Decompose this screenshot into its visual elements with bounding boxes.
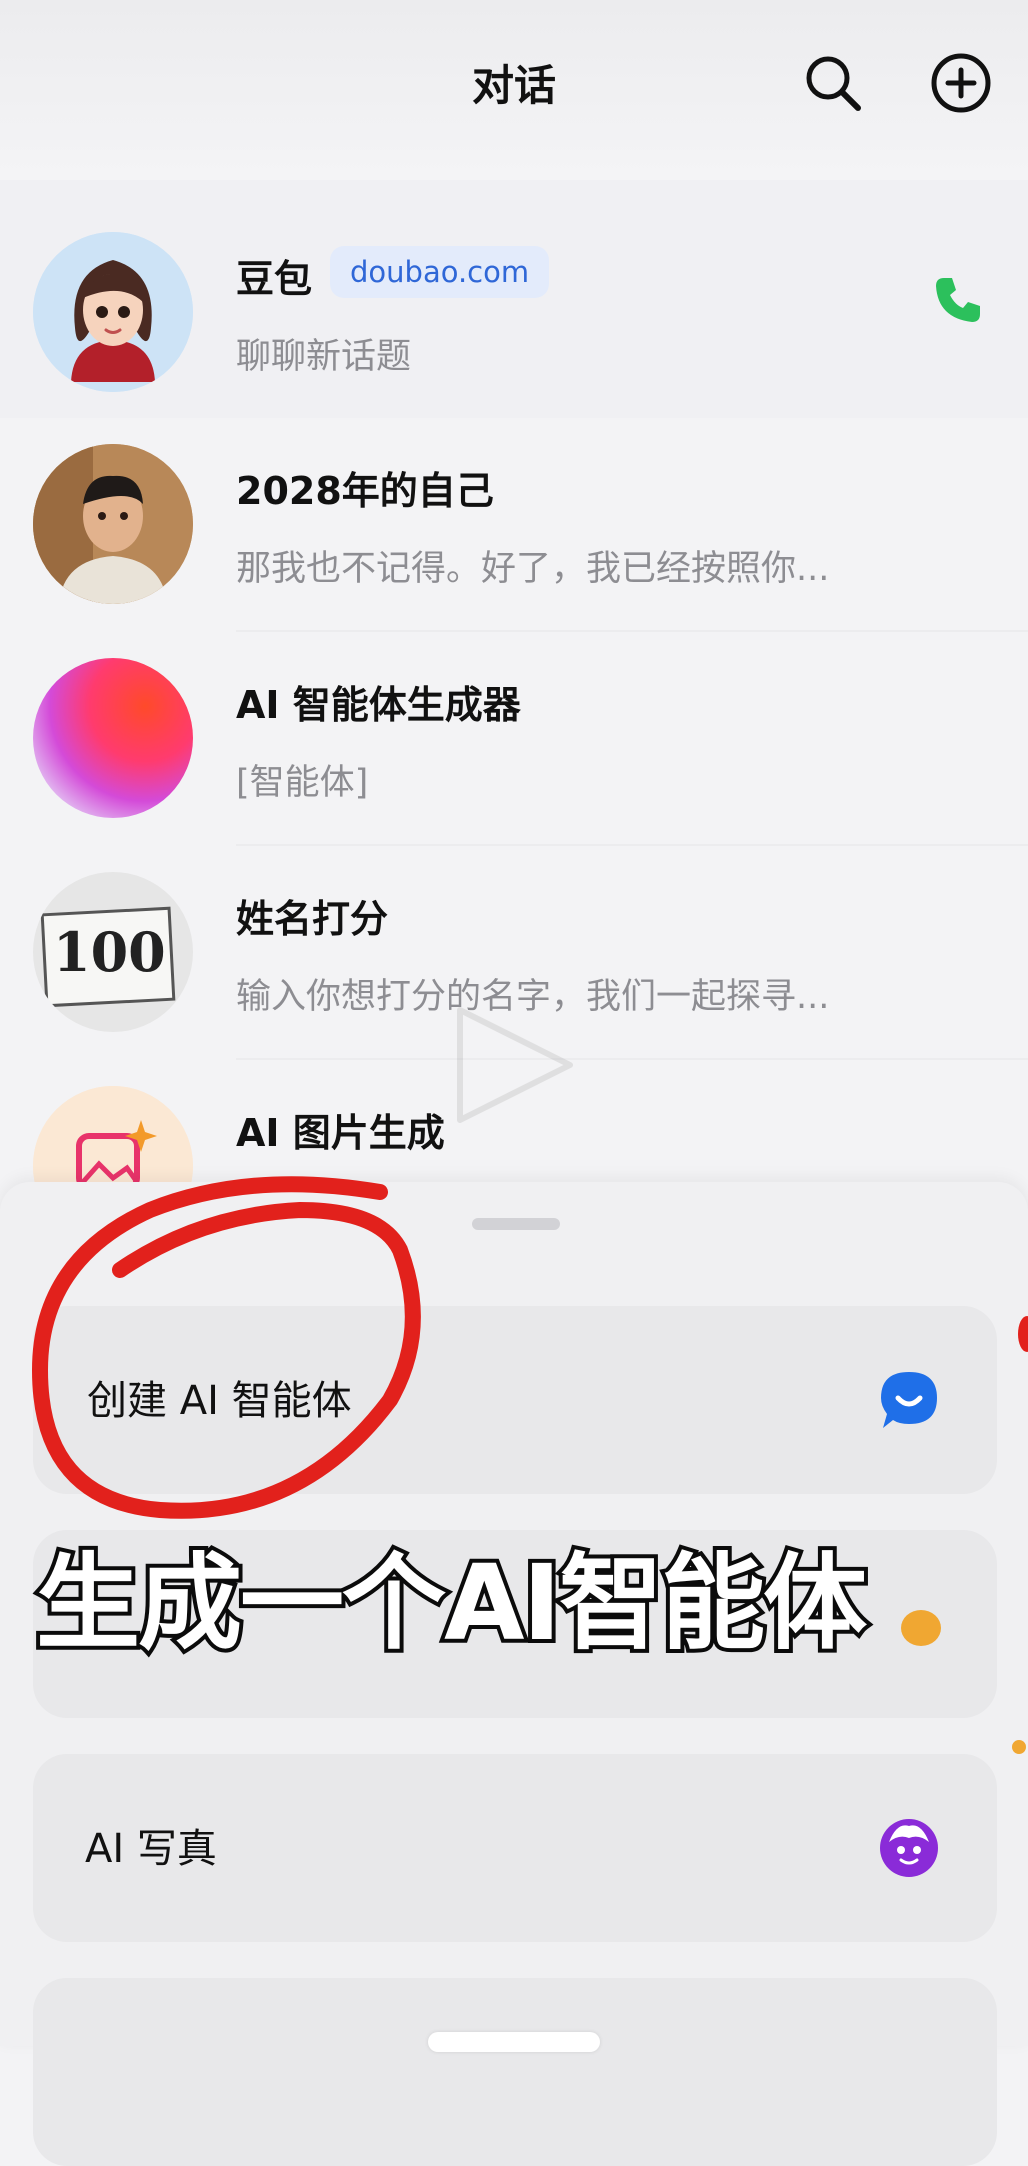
conversation-row-doubao[interactable]: 豆包 doubao.com 聊聊新话题 (0, 180, 1028, 418)
conversation-preview: [智能体] (236, 763, 369, 803)
page-title: 对话 (471, 61, 556, 110)
conversation-name: AI 智能体生成器 (236, 683, 521, 727)
sheet-card-4[interactable] (33, 1978, 997, 2166)
conversation-name: AI 图片生成 (236, 1111, 445, 1155)
edge-dot (1012, 1740, 1026, 1754)
plus-circle-icon[interactable] (930, 52, 992, 114)
conversation-preview: 那我也不记得。好了，我已经按照你... (236, 549, 830, 589)
phone-icon[interactable] (930, 272, 986, 328)
create-agent-card[interactable]: 创建 AI 智能体 (33, 1306, 997, 1494)
orange-icon (901, 1610, 941, 1646)
top-bar: 对话 (0, 0, 1028, 180)
person-avatar-icon (33, 444, 193, 604)
conversation-row-agent-generator[interactable]: AI 智能体生成器 [智能体] (0, 632, 1028, 846)
play-icon (457, 1007, 573, 1123)
gradient-orb-icon (33, 658, 193, 818)
conversation-name: 2028年的自己 (236, 469, 494, 513)
video-caption: 生成一个AI智能体 (32, 1538, 871, 1668)
home-indicator[interactable] (428, 2032, 600, 2052)
avatar (33, 444, 193, 604)
avatar: 100 (33, 872, 193, 1032)
search-icon[interactable] (802, 52, 864, 114)
conversation-row-2028[interactable]: 2028年的自己 那我也不记得。好了，我已经按照你... (0, 418, 1028, 632)
drag-handle[interactable] (472, 1218, 560, 1230)
conversation-name: 豆包 (236, 257, 313, 301)
url-badge[interactable]: doubao.com (330, 246, 550, 298)
chat-bubble-icon (881, 1372, 937, 1428)
avatar (33, 232, 193, 392)
conversation-preview: 聊聊新话题 (236, 337, 412, 377)
ai-portrait-card[interactable]: AI 写真 (33, 1754, 997, 1942)
card-label: AI 写真 (85, 1826, 217, 1872)
avatar-text: 100 (53, 920, 166, 984)
card-label: 创建 AI 智能体 (87, 1378, 352, 1424)
doubao-avatar-icon (33, 232, 193, 392)
face-icon (880, 1819, 938, 1877)
conversation-name: 姓名打分 (236, 897, 389, 941)
